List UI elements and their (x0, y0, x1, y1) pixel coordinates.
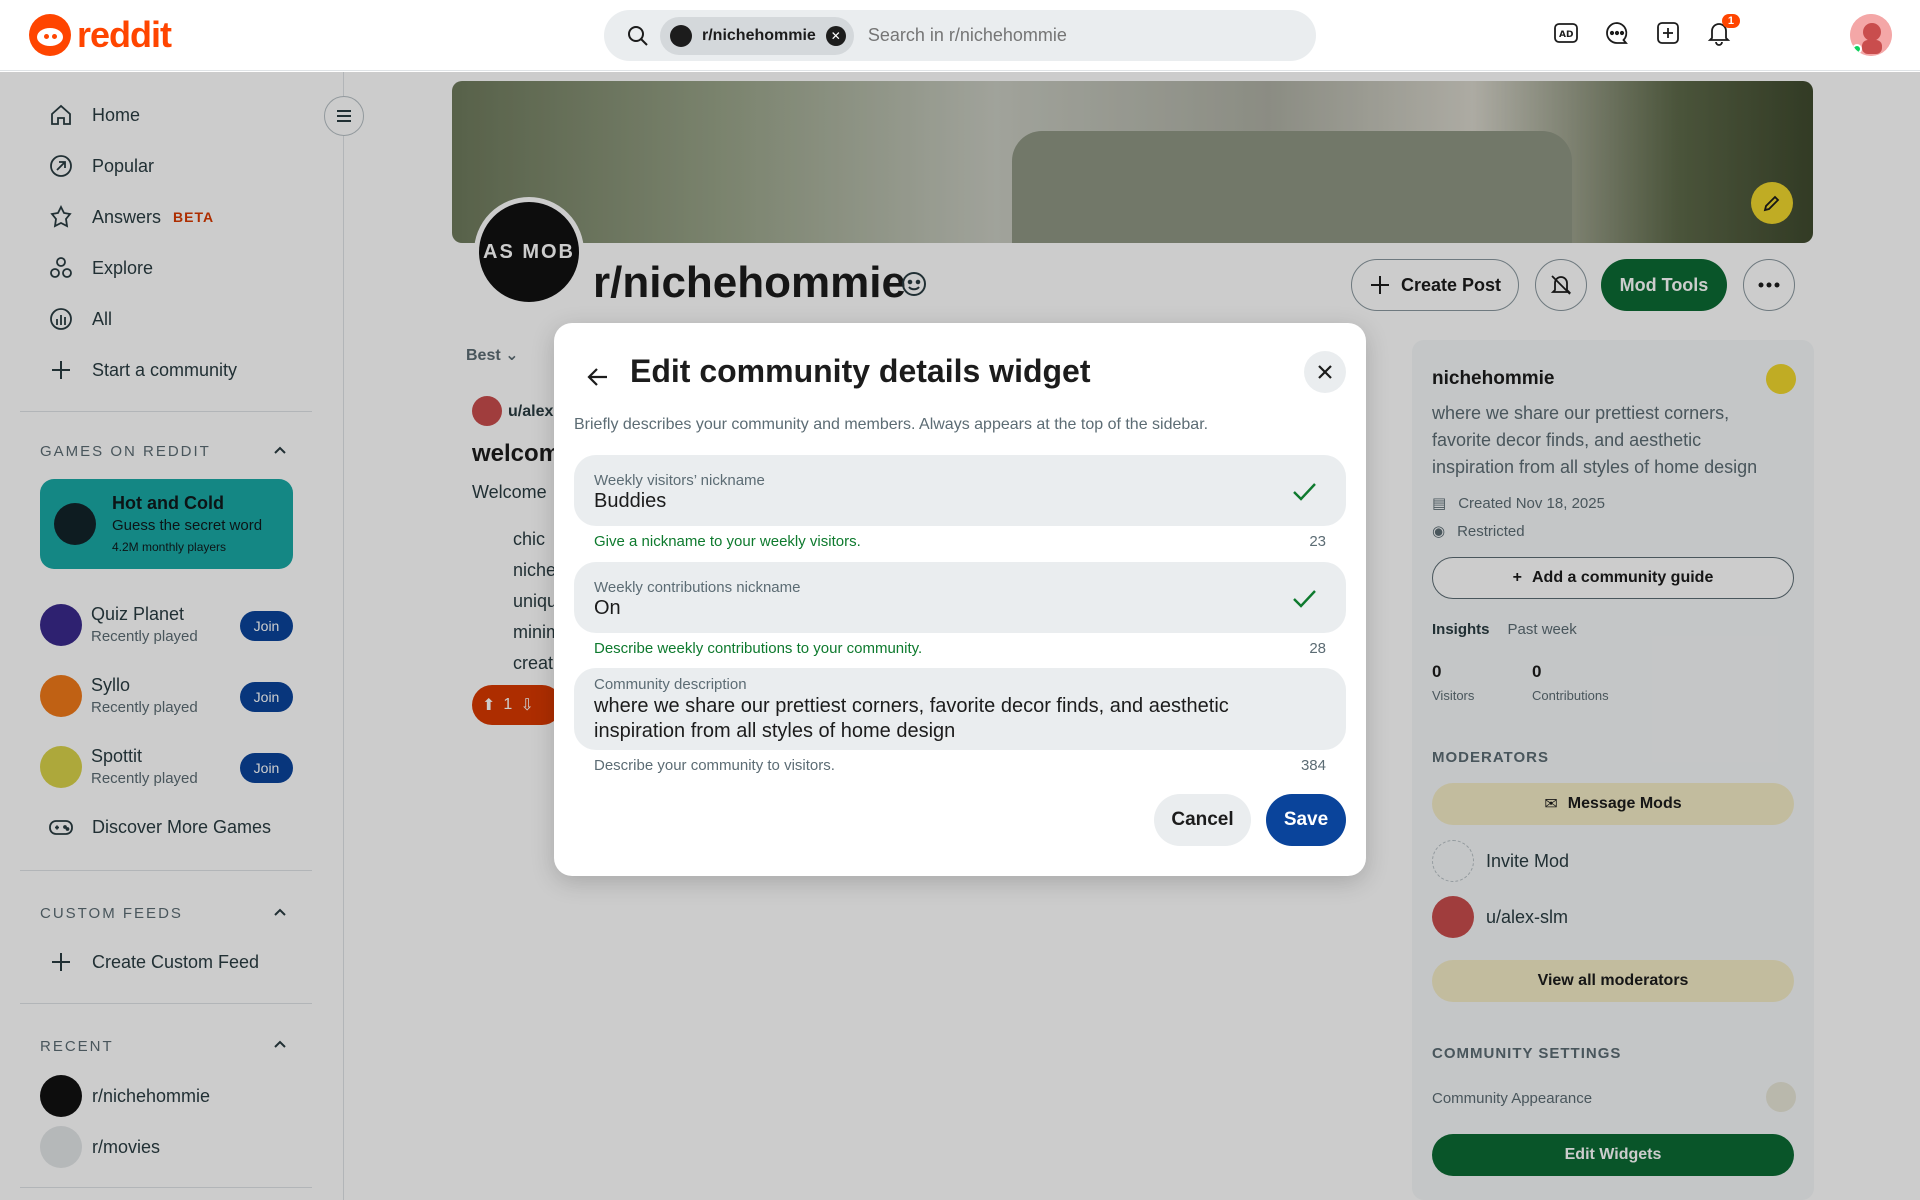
save-button[interactable]: Save (1266, 794, 1346, 846)
online-indicator (1852, 44, 1862, 54)
close-button[interactable] (1304, 351, 1346, 393)
weekly-visitors-field[interactable]: Weekly visitors’ nickname Buddies (574, 455, 1346, 526)
notification-badge: 1 (1721, 14, 1740, 28)
field-label: Community description (594, 676, 747, 693)
field-helper: Describe your community to visitors. (594, 757, 835, 774)
field-helper: Describe weekly contributions to your co… (594, 640, 923, 657)
check-icon (1293, 590, 1316, 608)
chat-icon[interactable] (1602, 18, 1632, 48)
cancel-button[interactable]: Cancel (1154, 794, 1251, 846)
edit-widget-modal: Edit community details widget Briefly de… (554, 323, 1366, 876)
field-value[interactable]: Buddies (594, 489, 1294, 514)
svg-text:AD: AD (1559, 30, 1573, 40)
modal-subtitle: Briefly describes your community and mem… (574, 416, 1209, 433)
weekly-contributions-field[interactable]: Weekly contributions nickname On (574, 562, 1346, 633)
field-label: Weekly contributions nickname (594, 579, 801, 596)
reddit-logo[interactable]: reddit (29, 14, 172, 56)
back-button[interactable] (578, 357, 618, 397)
community-avatar-icon (670, 24, 692, 47)
field-value[interactable]: On (594, 596, 1294, 621)
field-helper: Give a nickname to your weekly visitors. (594, 533, 861, 550)
field-value[interactable]: where we share our prettiest corners, fa… (594, 694, 1294, 744)
logo-text: reddit (77, 14, 172, 55)
community-description-field[interactable]: Community description where we share our… (574, 668, 1346, 750)
top-header: reddit r/nichehommie ✕ AD 1 (0, 0, 1920, 71)
clear-scope-icon[interactable]: ✕ (825, 25, 846, 46)
char-count: 384 (1300, 757, 1326, 774)
check-icon (1293, 483, 1316, 501)
modal-title: Edit community details widget (630, 353, 1091, 389)
char-count: 23 (1309, 533, 1326, 550)
close-icon (1318, 365, 1332, 379)
advertise-icon[interactable]: AD (1551, 18, 1581, 48)
field-label: Weekly visitors’ nickname (594, 472, 765, 489)
search-icon (628, 25, 648, 46)
char-count: 28 (1309, 640, 1326, 657)
search-scope-chip[interactable]: r/nichehommie ✕ (660, 16, 854, 55)
snoo-icon (29, 14, 71, 56)
notification-icon[interactable]: 1 (1704, 14, 1740, 48)
create-post-icon[interactable] (1653, 18, 1683, 48)
search-chip-label: r/nichehommie (702, 26, 816, 44)
user-avatar[interactable] (1850, 14, 1892, 56)
search-input[interactable] (867, 25, 1268, 46)
search-bar[interactable]: r/nichehommie ✕ (604, 10, 1316, 61)
arrow-left-icon (587, 368, 607, 386)
